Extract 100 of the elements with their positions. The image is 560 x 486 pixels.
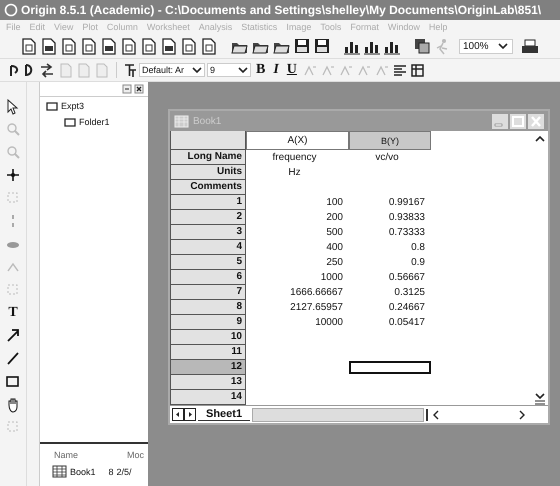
row-header[interactable]: 7 bbox=[170, 285, 246, 300]
copy-icon[interactable] bbox=[413, 37, 431, 55]
maximize-icon[interactable] bbox=[510, 114, 526, 128]
font-dropdown[interactable]: Default: Ar bbox=[139, 63, 205, 77]
italic-button[interactable]: I bbox=[270, 62, 282, 78]
rect-tool-icon[interactable] bbox=[5, 373, 21, 390]
row-header[interactable]: Comments bbox=[170, 180, 246, 195]
workbook-icon bbox=[52, 465, 67, 478]
item-name[interactable]: Book1 bbox=[70, 466, 96, 476]
table-cell-text: 500 bbox=[325, 226, 344, 240]
minimize-icon[interactable] bbox=[492, 114, 508, 128]
table-cell-text: vc/vo bbox=[374, 151, 400, 165]
table-cell-text: 0.3125 bbox=[393, 286, 426, 300]
folder-label[interactable]: Folder1 bbox=[79, 117, 110, 127]
line-tool-icon[interactable] bbox=[5, 350, 21, 367]
zoom-value: 100% bbox=[463, 40, 489, 52]
table-cell-text: 100 bbox=[325, 196, 344, 210]
bold-button[interactable]: B bbox=[253, 62, 268, 78]
folder-icon bbox=[46, 100, 58, 112]
workbook-icon bbox=[174, 114, 189, 128]
column-header[interactable]: A(X) bbox=[246, 131, 349, 150]
row-header[interactable]: 14 bbox=[170, 390, 246, 405]
column-header[interactable]: B(Y) bbox=[349, 131, 431, 150]
table-cell-text: 0.8 bbox=[410, 241, 426, 255]
row-header[interactable]: Units bbox=[170, 165, 246, 180]
chevron-up-icon[interactable] bbox=[534, 135, 546, 143]
row-header[interactable]: 4 bbox=[170, 240, 246, 255]
font-icon bbox=[123, 62, 137, 78]
document-icon[interactable] bbox=[120, 36, 138, 56]
document-icon[interactable] bbox=[160, 36, 178, 56]
item-date: 2/5/ bbox=[116, 466, 132, 476]
next-sheet-icon[interactable] bbox=[184, 408, 196, 421]
row-header[interactable]: 1 bbox=[170, 195, 246, 210]
document-icon[interactable] bbox=[20, 36, 38, 56]
underline-button[interactable]: U bbox=[284, 62, 300, 78]
caret-icon bbox=[192, 66, 202, 74]
window-title: Origin 8.5.1 (Academic) - C:\Documents and Settings\shelley\My Documents\OriginLab\851\ bbox=[21, 3, 542, 17]
previous-sheet-icon[interactable] bbox=[172, 408, 184, 421]
chevron-right-icon[interactable] bbox=[518, 408, 526, 420]
table-cell-text: 10000 bbox=[314, 316, 344, 330]
font-name: Default: Ar bbox=[142, 65, 184, 75]
table-cell-text: 0.99167 bbox=[388, 196, 426, 210]
table-cell-text: Hz bbox=[287, 166, 302, 180]
row-header[interactable]: 9 bbox=[170, 315, 246, 330]
pointer-tool-icon[interactable] bbox=[5, 98, 21, 115]
active-cell[interactable] bbox=[349, 361, 431, 374]
row-header[interactable]: 6 bbox=[170, 270, 246, 285]
folder-icon bbox=[64, 116, 76, 128]
table-cell-text: 200 bbox=[325, 211, 344, 225]
row-header[interactable]: 12 bbox=[170, 360, 246, 375]
row-header[interactable]: 2 bbox=[170, 210, 246, 225]
table-cell-text: 0.56667 bbox=[388, 271, 426, 285]
document-icon[interactable] bbox=[60, 36, 78, 56]
table-cell-text: 0.05417 bbox=[388, 316, 426, 330]
refresh-icon[interactable] bbox=[38, 62, 56, 78]
sheet-tab[interactable]: Sheet1 bbox=[198, 408, 250, 421]
table-cell-text: 1666.66667 bbox=[289, 286, 344, 300]
table-cell-text: 0.93833 bbox=[388, 211, 426, 225]
table-cell-text: 250 bbox=[325, 256, 344, 270]
table-cell-text: 0.24667 bbox=[388, 301, 426, 315]
table-cell-text: 400 bbox=[325, 241, 344, 255]
table-cell-text: 0.9 bbox=[410, 256, 426, 270]
crosshair-tool-icon[interactable] bbox=[5, 167, 21, 184]
app-icon bbox=[4, 3, 18, 17]
row-header[interactable]: 8 bbox=[170, 300, 246, 315]
caret-icon bbox=[238, 66, 248, 74]
caret-icon bbox=[496, 41, 509, 51]
row-header[interactable]: 5 bbox=[170, 255, 246, 270]
floppy-icon[interactable] bbox=[313, 37, 331, 55]
document-icon[interactable] bbox=[140, 36, 158, 56]
document-icon[interactable] bbox=[100, 36, 118, 56]
row-header[interactable]: Long Name bbox=[170, 150, 246, 165]
document-icon[interactable] bbox=[40, 36, 58, 56]
floppy-icon[interactable] bbox=[293, 37, 311, 55]
printer-icon[interactable] bbox=[520, 38, 539, 54]
item-count: 8 bbox=[108, 466, 114, 476]
document-icon[interactable] bbox=[80, 36, 98, 56]
column-header[interactable]: Moc bbox=[126, 450, 144, 460]
document-icon[interactable] bbox=[180, 36, 198, 56]
chevron-down-icon[interactable] bbox=[534, 392, 546, 405]
pin-icon[interactable] bbox=[122, 84, 132, 94]
arrow-tool-icon[interactable] bbox=[5, 327, 21, 344]
close-icon[interactable] bbox=[134, 84, 144, 94]
corner-cell[interactable] bbox=[170, 131, 246, 150]
text-tool[interactable]: T bbox=[8, 305, 18, 321]
grid-icon[interactable] bbox=[410, 62, 426, 78]
folder-label[interactable]: Expt3 bbox=[61, 101, 84, 111]
font-size: 9 bbox=[210, 65, 216, 75]
chevron-left-icon[interactable] bbox=[432, 408, 440, 420]
row-header[interactable]: 11 bbox=[170, 345, 246, 360]
zoom-dropdown[interactable]: 100% bbox=[459, 38, 513, 54]
table-cell-text: frequency bbox=[272, 151, 318, 165]
column-header[interactable]: Name bbox=[54, 450, 78, 460]
row-header[interactable]: 3 bbox=[170, 225, 246, 240]
document-icon[interactable] bbox=[200, 36, 218, 56]
align-icon[interactable] bbox=[392, 62, 408, 78]
table-cell-text: 2127.65957 bbox=[289, 301, 344, 315]
row-header[interactable]: 13 bbox=[170, 375, 246, 390]
row-header[interactable]: 10 bbox=[170, 330, 246, 345]
size-dropdown[interactable]: 9 bbox=[207, 63, 251, 77]
